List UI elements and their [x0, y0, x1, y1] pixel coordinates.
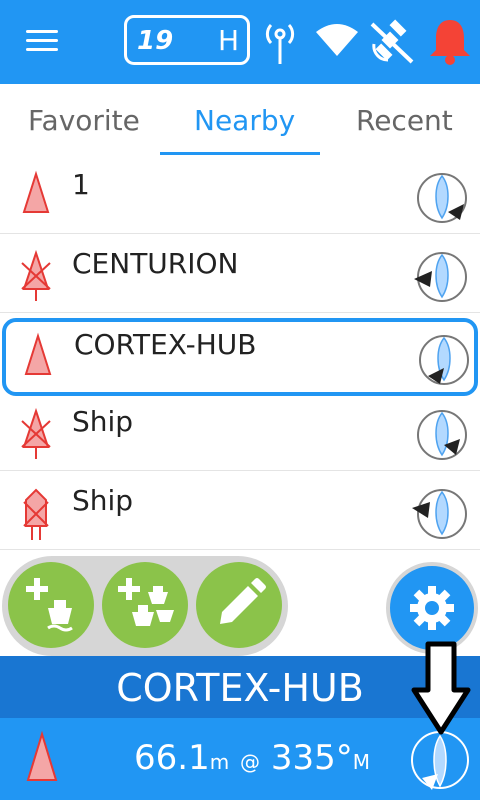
down-arrow-icon [411, 641, 471, 735]
list-item-name: CORTEX-HUB [74, 328, 257, 361]
add-ship-button[interactable] [8, 562, 94, 648]
speed-display[interactable]: 19 H [124, 15, 250, 65]
top-app-bar: 19 H [0, 0, 480, 84]
at-symbol: @ [240, 750, 260, 774]
add-ship-icon [26, 578, 73, 632]
triangle-marker-icon [22, 170, 50, 213]
add-multiple-ships-button[interactable] [102, 562, 188, 648]
list-item-name: Ship [72, 405, 134, 438]
direction-compass-icon [419, 335, 469, 385]
list-item[interactable]: 1 [0, 156, 480, 234]
list-item[interactable]: Ship [0, 472, 480, 550]
alarm-bell-icon[interactable] [428, 16, 472, 66]
direction-compass-icon [414, 252, 467, 302]
bearing-value: 335° [270, 738, 353, 778]
direction-compass-icon [417, 173, 467, 223]
tab-nearby[interactable]: Nearby [194, 104, 295, 137]
speed-unit: H [217, 24, 239, 57]
crossed-tower-marker-icon [23, 488, 49, 540]
bearing-reference: M [352, 750, 370, 774]
antenna-signal-icon[interactable] [262, 20, 298, 66]
distance-bearing-readout: 66.1m @ 335°M [134, 738, 370, 778]
list-item-name: 1 [72, 168, 90, 201]
list-item[interactable]: Ship [0, 393, 480, 471]
tab-favorite[interactable]: Favorite [28, 104, 140, 137]
gear-icon [410, 586, 454, 630]
menu-icon[interactable] [26, 30, 58, 54]
triangle-marker-icon [24, 332, 52, 375]
direction-compass-icon [417, 410, 467, 460]
direction-compass-icon [412, 489, 467, 539]
triangle-marker-icon [26, 730, 58, 781]
action-button-group [2, 556, 288, 656]
satellite-off-icon[interactable] [368, 18, 416, 66]
crossed-marker-icon [21, 407, 51, 459]
target-info-bar[interactable]: 66.1m @ 335°M [0, 718, 480, 800]
distance-value: 66.1 [134, 738, 210, 778]
edit-button[interactable] [196, 562, 282, 648]
crossed-marker-icon [21, 249, 51, 301]
tab-bar: Favorite Nearby Recent [0, 84, 480, 156]
active-tab-indicator [160, 152, 320, 155]
wifi-icon[interactable] [314, 22, 360, 58]
add-ships-icon [118, 578, 174, 626]
tab-recent[interactable]: Recent [356, 104, 453, 137]
direction-compass-icon [411, 731, 469, 790]
selected-target-title: CORTEX-HUB [0, 656, 480, 718]
list-item-name: CENTURION [72, 247, 239, 280]
list-item-selected[interactable]: CORTEX-HUB [2, 318, 478, 396]
list-item-name: Ship [72, 484, 134, 517]
pencil-icon [220, 578, 266, 624]
list-item[interactable]: CENTURION [0, 235, 480, 313]
speed-value: 19 [137, 26, 174, 56]
distance-unit: m [209, 750, 230, 774]
